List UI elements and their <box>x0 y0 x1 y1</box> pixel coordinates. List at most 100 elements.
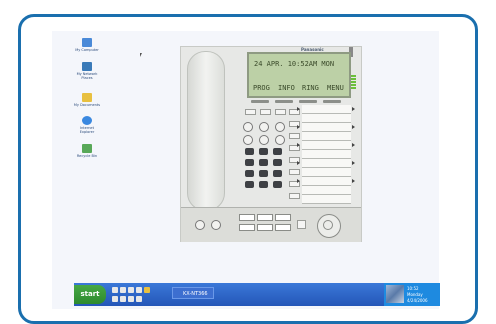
hold-key[interactable] <box>239 214 255 221</box>
key-label-row <box>302 195 351 204</box>
keypad-key-8[interactable] <box>259 170 268 177</box>
keypad-key-4[interactable] <box>245 159 254 166</box>
softkey-ring-button[interactable] <box>299 100 317 103</box>
tray-day: Monday <box>407 292 423 297</box>
keypad-key-6[interactable] <box>273 159 282 166</box>
line-key[interactable] <box>289 169 300 175</box>
redial-button[interactable] <box>275 135 285 145</box>
softkey-label-ring: RING <box>302 84 319 92</box>
line-key[interactable] <box>289 133 300 139</box>
softkey-info-button[interactable] <box>275 100 293 103</box>
led-bar <box>351 78 356 80</box>
function-key[interactable] <box>260 109 271 115</box>
intercom-button[interactable] <box>195 220 205 230</box>
line-key[interactable] <box>289 193 300 199</box>
keypad-key-star[interactable] <box>245 181 254 188</box>
desktop-icon-label: My Documents <box>73 103 101 107</box>
lcd-date-time: 24 APR. 10:52AM MON <box>254 60 335 68</box>
key-label-row <box>302 123 351 132</box>
flexible-key-arrow-icon[interactable] <box>297 161 300 165</box>
flexible-key-arrow-icon[interactable] <box>352 107 355 111</box>
internet-explorer-icon[interactable] <box>82 116 92 125</box>
quick-launch-icon[interactable] <box>120 287 126 293</box>
speaker-key[interactable] <box>275 224 291 231</box>
softkey-label-prog: PROG <box>253 84 270 92</box>
keypad-key-2[interactable] <box>259 148 268 155</box>
key-label-row <box>302 105 351 114</box>
led-bar <box>351 87 356 89</box>
flexible-key-arrow-icon[interactable] <box>297 125 300 129</box>
desktop-icon-label: My Network Places <box>76 72 98 80</box>
transfer-key[interactable] <box>257 214 273 221</box>
keypad-key-0[interactable] <box>259 181 268 188</box>
quick-launch-icon[interactable] <box>128 287 134 293</box>
start-button[interactable]: start <box>74 285 106 304</box>
transfer-button[interactable] <box>259 135 269 145</box>
redial-key[interactable] <box>239 224 255 231</box>
key-label-row <box>302 141 351 150</box>
quick-launch-icon[interactable] <box>120 296 126 302</box>
keypad-key-3[interactable] <box>273 148 282 155</box>
my-network-places-icon[interactable] <box>82 62 92 71</box>
quick-launch-icon[interactable] <box>136 296 142 302</box>
quick-launch-icon[interactable] <box>128 296 134 302</box>
keypad-key-hash[interactable] <box>273 181 282 188</box>
key-label-row <box>302 168 351 177</box>
tray-clock[interactable]: 10:52 <box>407 286 419 291</box>
phone-window[interactable]: Panasonic 24 APR. 10:52AM MON PROG INFO … <box>180 46 362 242</box>
taskbar-window-button[interactable]: KX-NT366 <box>172 287 214 299</box>
flexible-key-arrow-icon[interactable] <box>297 107 300 111</box>
keypad-key-1[interactable] <box>245 148 254 155</box>
key-label-row <box>302 186 351 195</box>
softkey-prog-button[interactable] <box>251 100 269 103</box>
quick-launch-icon[interactable] <box>112 287 118 293</box>
auto-answer-button[interactable] <box>211 220 221 230</box>
flash-key[interactable] <box>257 224 273 231</box>
flexible-key-arrow-icon[interactable] <box>297 143 300 147</box>
message-button[interactable] <box>275 122 285 132</box>
softkey-menu-button[interactable] <box>323 100 341 103</box>
keypad-key-7[interactable] <box>245 170 254 177</box>
system-tray: 10:52 Monday 4/24/2006 <box>384 283 440 306</box>
hold-button[interactable] <box>243 135 253 145</box>
tray-date: 4/24/2006 <box>407 298 428 303</box>
flexible-key-arrow-icon[interactable] <box>352 143 355 147</box>
function-key[interactable] <box>245 109 256 115</box>
desktop-icon-label: Internet Explorer <box>79 126 95 134</box>
mute-key[interactable] <box>297 220 306 229</box>
quick-launch-icon[interactable] <box>144 287 150 293</box>
flexible-key-arrow-icon[interactable] <box>352 161 355 165</box>
mouse-pointer-icon <box>140 53 142 57</box>
led-bar <box>351 81 356 83</box>
softkey-label-info: INFO <box>278 84 295 92</box>
handset[interactable] <box>187 51 225 211</box>
taskbar: start KX-NT366 10:52 Monday 4/24/2006 <box>74 283 440 306</box>
flexible-key-arrow-icon[interactable] <box>352 125 355 129</box>
my-documents-icon[interactable] <box>82 93 92 102</box>
quick-launch-icon[interactable] <box>112 296 118 302</box>
key-label-row <box>302 159 351 168</box>
led-bar <box>351 75 356 77</box>
softkey-label-menu: MENU <box>327 84 344 92</box>
desktop-icon-label: My Computer <box>75 48 99 52</box>
flexible-key-arrow-icon[interactable] <box>352 179 355 183</box>
tray-thumbnail <box>386 285 404 303</box>
flexible-key-arrow-icon[interactable] <box>297 179 300 183</box>
navigator-enter-button[interactable] <box>323 220 333 230</box>
keypad-key-9[interactable] <box>273 170 282 177</box>
quick-launch-icon[interactable] <box>136 287 142 293</box>
led-bar <box>351 84 356 86</box>
key-label-row <box>302 177 351 186</box>
navigator-jog-dial[interactable] <box>317 214 341 238</box>
recycle-bin-icon[interactable] <box>82 144 92 153</box>
function-key[interactable] <box>275 109 286 115</box>
my-computer-icon[interactable] <box>82 38 92 47</box>
keypad-key-5[interactable] <box>259 159 268 166</box>
key-label-row <box>302 150 351 159</box>
lcd-display: 24 APR. 10:52AM MON PROG INFO RING MENU <box>247 52 351 98</box>
key-label-row <box>302 132 351 141</box>
conference-key[interactable] <box>275 214 291 221</box>
volume-up-button[interactable] <box>259 122 269 132</box>
desktop-icon-label: Recycle Bin <box>76 154 98 158</box>
volume-down-button[interactable] <box>243 122 253 132</box>
